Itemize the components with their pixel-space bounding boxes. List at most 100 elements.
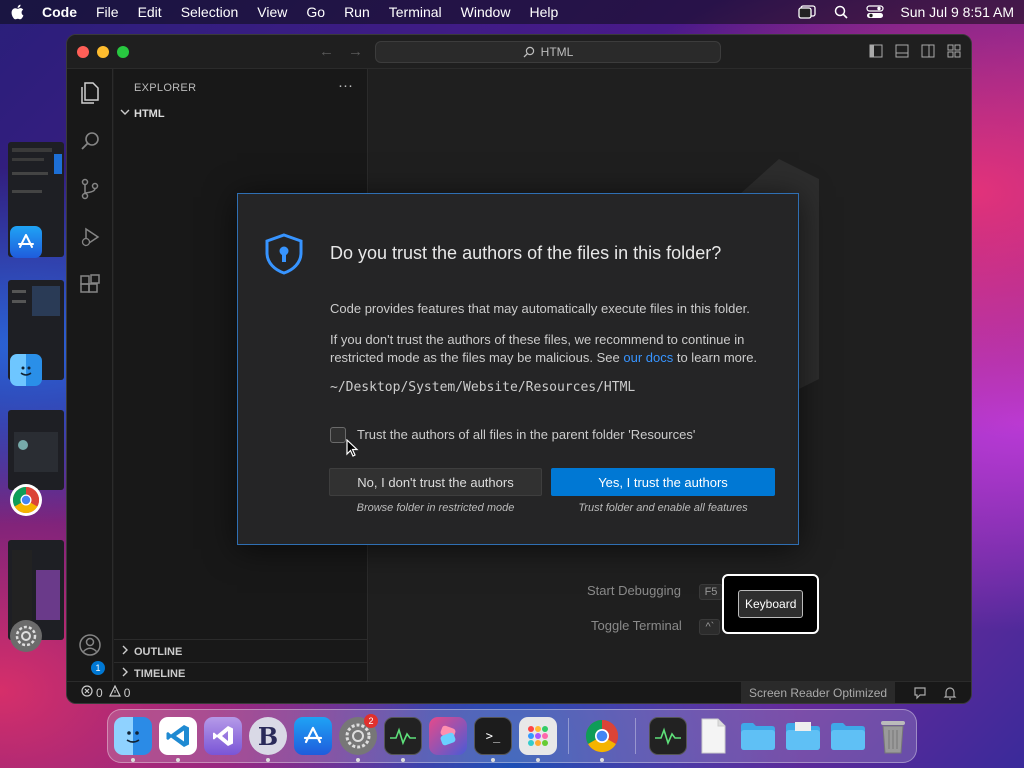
- menu-go[interactable]: Go: [306, 4, 325, 20]
- explorer-files-icon[interactable]: [78, 81, 102, 105]
- menu-help[interactable]: Help: [529, 4, 558, 20]
- dock: B 2 >_: [107, 709, 917, 763]
- stage-thumbnail[interactable]: [8, 410, 64, 490]
- apple-menu-icon[interactable]: [10, 4, 26, 20]
- activity-monitor-icon[interactable]: [384, 717, 422, 755]
- menu-selection[interactable]: Selection: [181, 4, 239, 20]
- shield-icon: [265, 233, 303, 275]
- keyboard-tooltip: Keyboard: [722, 574, 819, 634]
- finder-icon[interactable]: [114, 717, 152, 755]
- timeline-section[interactable]: TIMELINE: [120, 667, 185, 680]
- warning-icon: [108, 684, 121, 700]
- stage-manager-icon[interactable]: [798, 5, 817, 19]
- workspace-trust-dialog: Do you trust the authors of the files in…: [237, 193, 799, 545]
- minimize-window-button[interactable]: [97, 45, 109, 58]
- explorer-header: EXPLORER: [134, 82, 197, 94]
- accounts-icon[interactable]: [78, 633, 102, 657]
- zoom-window-button[interactable]: [117, 45, 129, 58]
- app-store-icon[interactable]: [294, 717, 332, 755]
- explorer-more-actions-icon[interactable]: ···: [338, 77, 353, 94]
- chrome-icon[interactable]: [583, 717, 621, 755]
- start-debugging-hint: Start Debugging F5: [587, 583, 724, 600]
- shortcut-key: ^`: [699, 619, 721, 635]
- outline-label: OUTLINE: [134, 645, 183, 658]
- title-bar: ← → HTML: [67, 35, 971, 69]
- menu-edit[interactable]: Edit: [138, 4, 162, 20]
- trust-description: Trust folder and enable all features: [578, 502, 748, 514]
- extensions-icon[interactable]: [78, 273, 102, 297]
- command-center-search[interactable]: HTML: [375, 41, 721, 63]
- customize-layout-icon[interactable]: [947, 44, 961, 58]
- forward-arrow-icon[interactable]: →: [348, 43, 363, 60]
- keyboard-button[interactable]: Keyboard: [738, 590, 804, 618]
- finder-icon[interactable]: [10, 354, 42, 386]
- folder-html[interactable]: HTML: [120, 107, 165, 120]
- close-window-button[interactable]: [77, 45, 89, 58]
- shortcut-key: F5: [698, 584, 724, 600]
- notifications-bell-icon[interactable]: [943, 686, 957, 703]
- dont-trust-button[interactable]: No, I don't trust the authors: [329, 468, 542, 496]
- document-icon[interactable]: [694, 717, 732, 755]
- control-center-icon[interactable]: [866, 5, 884, 19]
- back-arrow-icon[interactable]: ←: [319, 43, 334, 60]
- trust-parent-folder-label[interactable]: Trust the authors of all files in the pa…: [357, 427, 695, 442]
- search-icon[interactable]: [78, 129, 102, 153]
- paragraph-2-suffix: to learn more.: [673, 350, 758, 365]
- screen-reader-optimized-status[interactable]: Screen Reader Optimized: [741, 682, 896, 703]
- activity-monitor-icon[interactable]: [649, 717, 687, 755]
- launchpad-icon[interactable]: [519, 717, 557, 755]
- shortcuts-icon[interactable]: [429, 717, 467, 755]
- timeline-label: TIMELINE: [134, 667, 186, 680]
- dialog-paragraph-2: If you don't trust the authors of these …: [330, 331, 790, 367]
- trust-parent-folder-checkbox[interactable]: [330, 427, 346, 443]
- vscode-icon[interactable]: [159, 717, 197, 755]
- warning-count: 0: [123, 685, 131, 700]
- trash-icon[interactable]: [874, 717, 912, 755]
- problems-indicator[interactable]: 0 0: [81, 684, 131, 700]
- mouse-cursor-icon: [346, 439, 359, 457]
- menu-run[interactable]: Run: [344, 4, 370, 20]
- trust-button[interactable]: Yes, I trust the authors: [551, 468, 775, 496]
- toggle-secondary-sidebar-icon[interactable]: [921, 44, 935, 58]
- folder-label: HTML: [134, 107, 165, 120]
- folder-path: ~/Desktop/System/Website/Resources/HTML: [330, 380, 636, 395]
- chevron-right-icon: [120, 667, 130, 680]
- search-icon: [523, 46, 534, 58]
- toggle-primary-sidebar-icon[interactable]: [869, 44, 883, 58]
- terminal-icon[interactable]: >_: [474, 717, 512, 755]
- menu-clock[interactable]: Sun Jul 9 8:51 AM: [900, 4, 1014, 20]
- manage-update-badge: 1: [91, 661, 105, 675]
- settings-notification-badge: 2: [364, 714, 378, 728]
- dont-trust-description: Browse folder in restricted mode: [356, 502, 515, 514]
- spotlight-search-icon[interactable]: [832, 5, 850, 19]
- outline-section[interactable]: OUTLINE: [120, 645, 182, 658]
- chrome-icon[interactable]: [10, 484, 42, 516]
- app-store-icon[interactable]: [10, 226, 42, 258]
- menu-app-name[interactable]: Code: [42, 4, 77, 20]
- toggle-panel-icon[interactable]: [895, 44, 909, 58]
- source-control-icon[interactable]: [78, 177, 102, 201]
- chevron-right-icon: [120, 645, 130, 658]
- folder-icon[interactable]: [784, 717, 822, 755]
- menu-terminal[interactable]: Terminal: [389, 4, 442, 20]
- bbedit-icon[interactable]: B: [249, 717, 287, 755]
- shortcut-label: Toggle Terminal: [591, 618, 682, 633]
- system-settings-icon[interactable]: [10, 620, 42, 652]
- dialog-paragraph-1: Code provides features that may automati…: [330, 301, 750, 316]
- dialog-title: Do you trust the authors of the files in…: [330, 243, 722, 263]
- command-center-label: HTML: [540, 45, 574, 59]
- run-debug-icon[interactable]: [78, 225, 102, 249]
- visual-studio-icon[interactable]: [204, 717, 242, 755]
- chevron-down-icon: [120, 107, 130, 120]
- menu-view[interactable]: View: [257, 4, 287, 20]
- feedback-icon[interactable]: [913, 686, 927, 703]
- status-bar: 0 0 Screen Reader Optimized: [67, 681, 971, 703]
- error-icon: [81, 685, 93, 700]
- folder-icon[interactable]: [829, 717, 867, 755]
- menu-file[interactable]: File: [96, 4, 119, 20]
- shortcut-label: Start Debugging: [587, 583, 681, 598]
- error-count: 0: [96, 685, 103, 700]
- menu-window[interactable]: Window: [461, 4, 511, 20]
- folder-icon[interactable]: [739, 717, 777, 755]
- our-docs-link[interactable]: our docs: [623, 350, 673, 365]
